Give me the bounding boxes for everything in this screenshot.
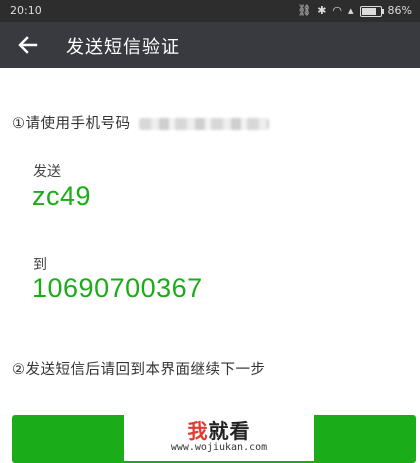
- status-time: 20:10: [10, 4, 42, 17]
- watermark-logo-first: 我: [187, 419, 209, 443]
- page-title: 发送短信验证: [66, 37, 180, 58]
- watermark: 我就看 www.wojiukan.com: [124, 413, 314, 461]
- target-number: 10690700367: [32, 273, 203, 303]
- link-icon: ⛓: [297, 4, 312, 17]
- watermark-url: www.wojiukan.com: [170, 442, 268, 453]
- status-icons: ⛓ ✱ ◠ ▴ 86%: [297, 4, 412, 17]
- watermark-logo-rest: 就看: [208, 419, 251, 443]
- bluetooth-icon: ✱: [317, 4, 327, 17]
- step-1-text: ①请使用手机号码: [12, 116, 131, 132]
- wifi-icon: ◠: [332, 4, 343, 17]
- sms-verification-content: ①请使用手机号码 发送 zc49 到 10690700367 ②发送短信后请回到…: [0, 68, 420, 463]
- status-bar: 20:10 ⛓ ✱ ◠ ▴ 86%: [0, 0, 420, 22]
- masked-phone-number: [138, 118, 269, 130]
- back-arrow-icon: [18, 36, 38, 54]
- watermark-logo: 我就看: [124, 415, 314, 444]
- step-2-instruction: ②发送短信后请回到本界面继续下一步: [12, 362, 266, 378]
- to-label: 到: [33, 257, 47, 273]
- sms-code: zc49: [32, 181, 92, 211]
- send-label: 发送: [33, 164, 61, 180]
- signal-icon: ▴: [348, 4, 354, 17]
- battery-percent: 86%: [387, 4, 412, 17]
- step-1-instruction: ①请使用手机号码: [12, 112, 269, 133]
- back-button[interactable]: [14, 32, 42, 58]
- battery-icon: [359, 6, 384, 17]
- nav-bar: 发送短信验证: [0, 22, 420, 68]
